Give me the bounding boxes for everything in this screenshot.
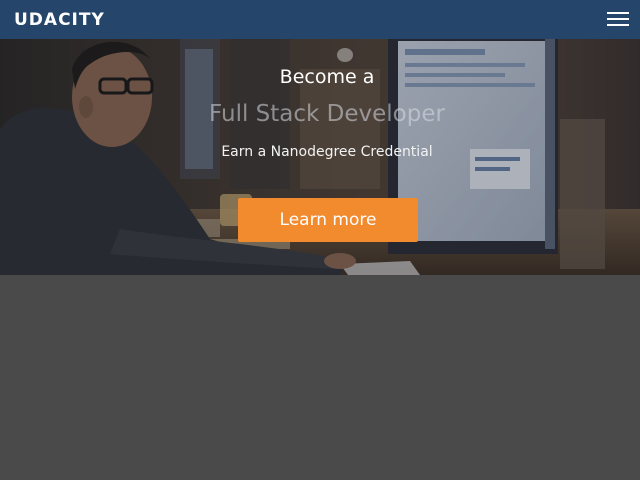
hero-eyebrow-text: Become a [279, 66, 375, 88]
udacity-landing-page: UDACITY Become a Full Stack Developer Ea… [0, 0, 640, 480]
hamburger-menu-icon [607, 12, 629, 26]
hero-banner: Become a Full Stack Developer Earn a Nan… [0, 39, 640, 275]
top-navbar: UDACITY [0, 0, 640, 39]
learn-more-button[interactable]: Learn more [238, 198, 418, 242]
hamburger-menu-button[interactable] [606, 9, 630, 29]
page-content-area [0, 275, 640, 480]
hero-subtitle: Earn a Nanodegree Credential [221, 144, 433, 160]
hero-title: Full Stack Developer [209, 101, 445, 127]
udacity-logo[interactable]: UDACITY [14, 9, 105, 31]
